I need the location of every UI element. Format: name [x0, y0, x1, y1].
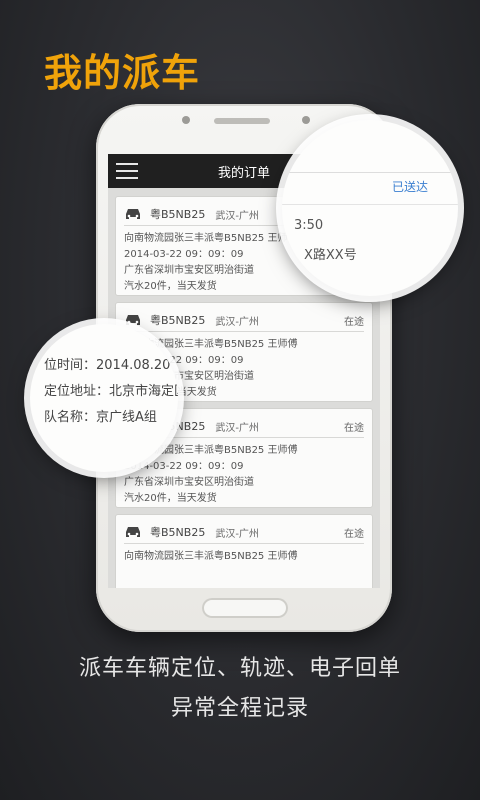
front-camera	[302, 116, 310, 124]
route: 武汉-广州	[215, 422, 259, 434]
screen-title: 我的订单	[217, 165, 270, 181]
caption-line-1: 派车车辆定位、轨迹、电子回单	[78, 656, 401, 681]
route: 武汉-广州	[215, 528, 259, 540]
zoom-time: 3:50	[294, 218, 324, 233]
sensor-dot	[182, 116, 190, 124]
status-badge: 在途	[344, 422, 364, 434]
zoom-status: 已送达	[392, 180, 429, 194]
earpiece	[214, 118, 270, 124]
home-button[interactable]	[202, 598, 288, 618]
order-address: 广东省深圳市宝安区明治街道	[124, 477, 254, 488]
menu-icon[interactable]	[116, 163, 138, 179]
plate-number: 粤B5NB25	[150, 526, 206, 539]
order-time: 2014-03-22 09：09：09	[124, 461, 244, 472]
route: 武汉-广州	[215, 316, 259, 328]
zoom-address: X路XX号	[304, 248, 357, 263]
status-badge: 在途	[344, 528, 364, 540]
zoom-locate-address: 定位地址：北京市海定区	[44, 384, 178, 399]
headline: 我的派车	[44, 51, 201, 95]
order-card[interactable]: 粤B5NB25 武汉-广州 在途 向南物流园张三丰派粤B5NB25 王师傅	[115, 514, 373, 588]
zoom-locate-time: 位时间：2014.08.20	[44, 358, 171, 373]
car-icon	[126, 527, 140, 537]
status-badge: 在途	[344, 316, 364, 328]
zoom-bubble-location: 位时间：2014.08.20 定位地址：北京市海定区 队名称：京广线A组	[30, 324, 178, 472]
order-dispatch: 向南物流园张三丰派粤B5NB25 王师傅	[124, 551, 298, 562]
plate-number: 粤B5NB25	[150, 314, 206, 327]
zoom-team-name: 队名称：京广线A组	[44, 410, 157, 425]
car-icon	[126, 315, 140, 325]
car-icon	[126, 209, 140, 219]
zoom-bubble-status: 已送达 3:50 X路XX号	[282, 120, 458, 296]
caption-line-2: 异常全程记录	[170, 696, 309, 721]
plate-number: 粤B5NB25	[150, 208, 206, 221]
order-cargo: 汽水20件，当天发货	[124, 493, 217, 504]
